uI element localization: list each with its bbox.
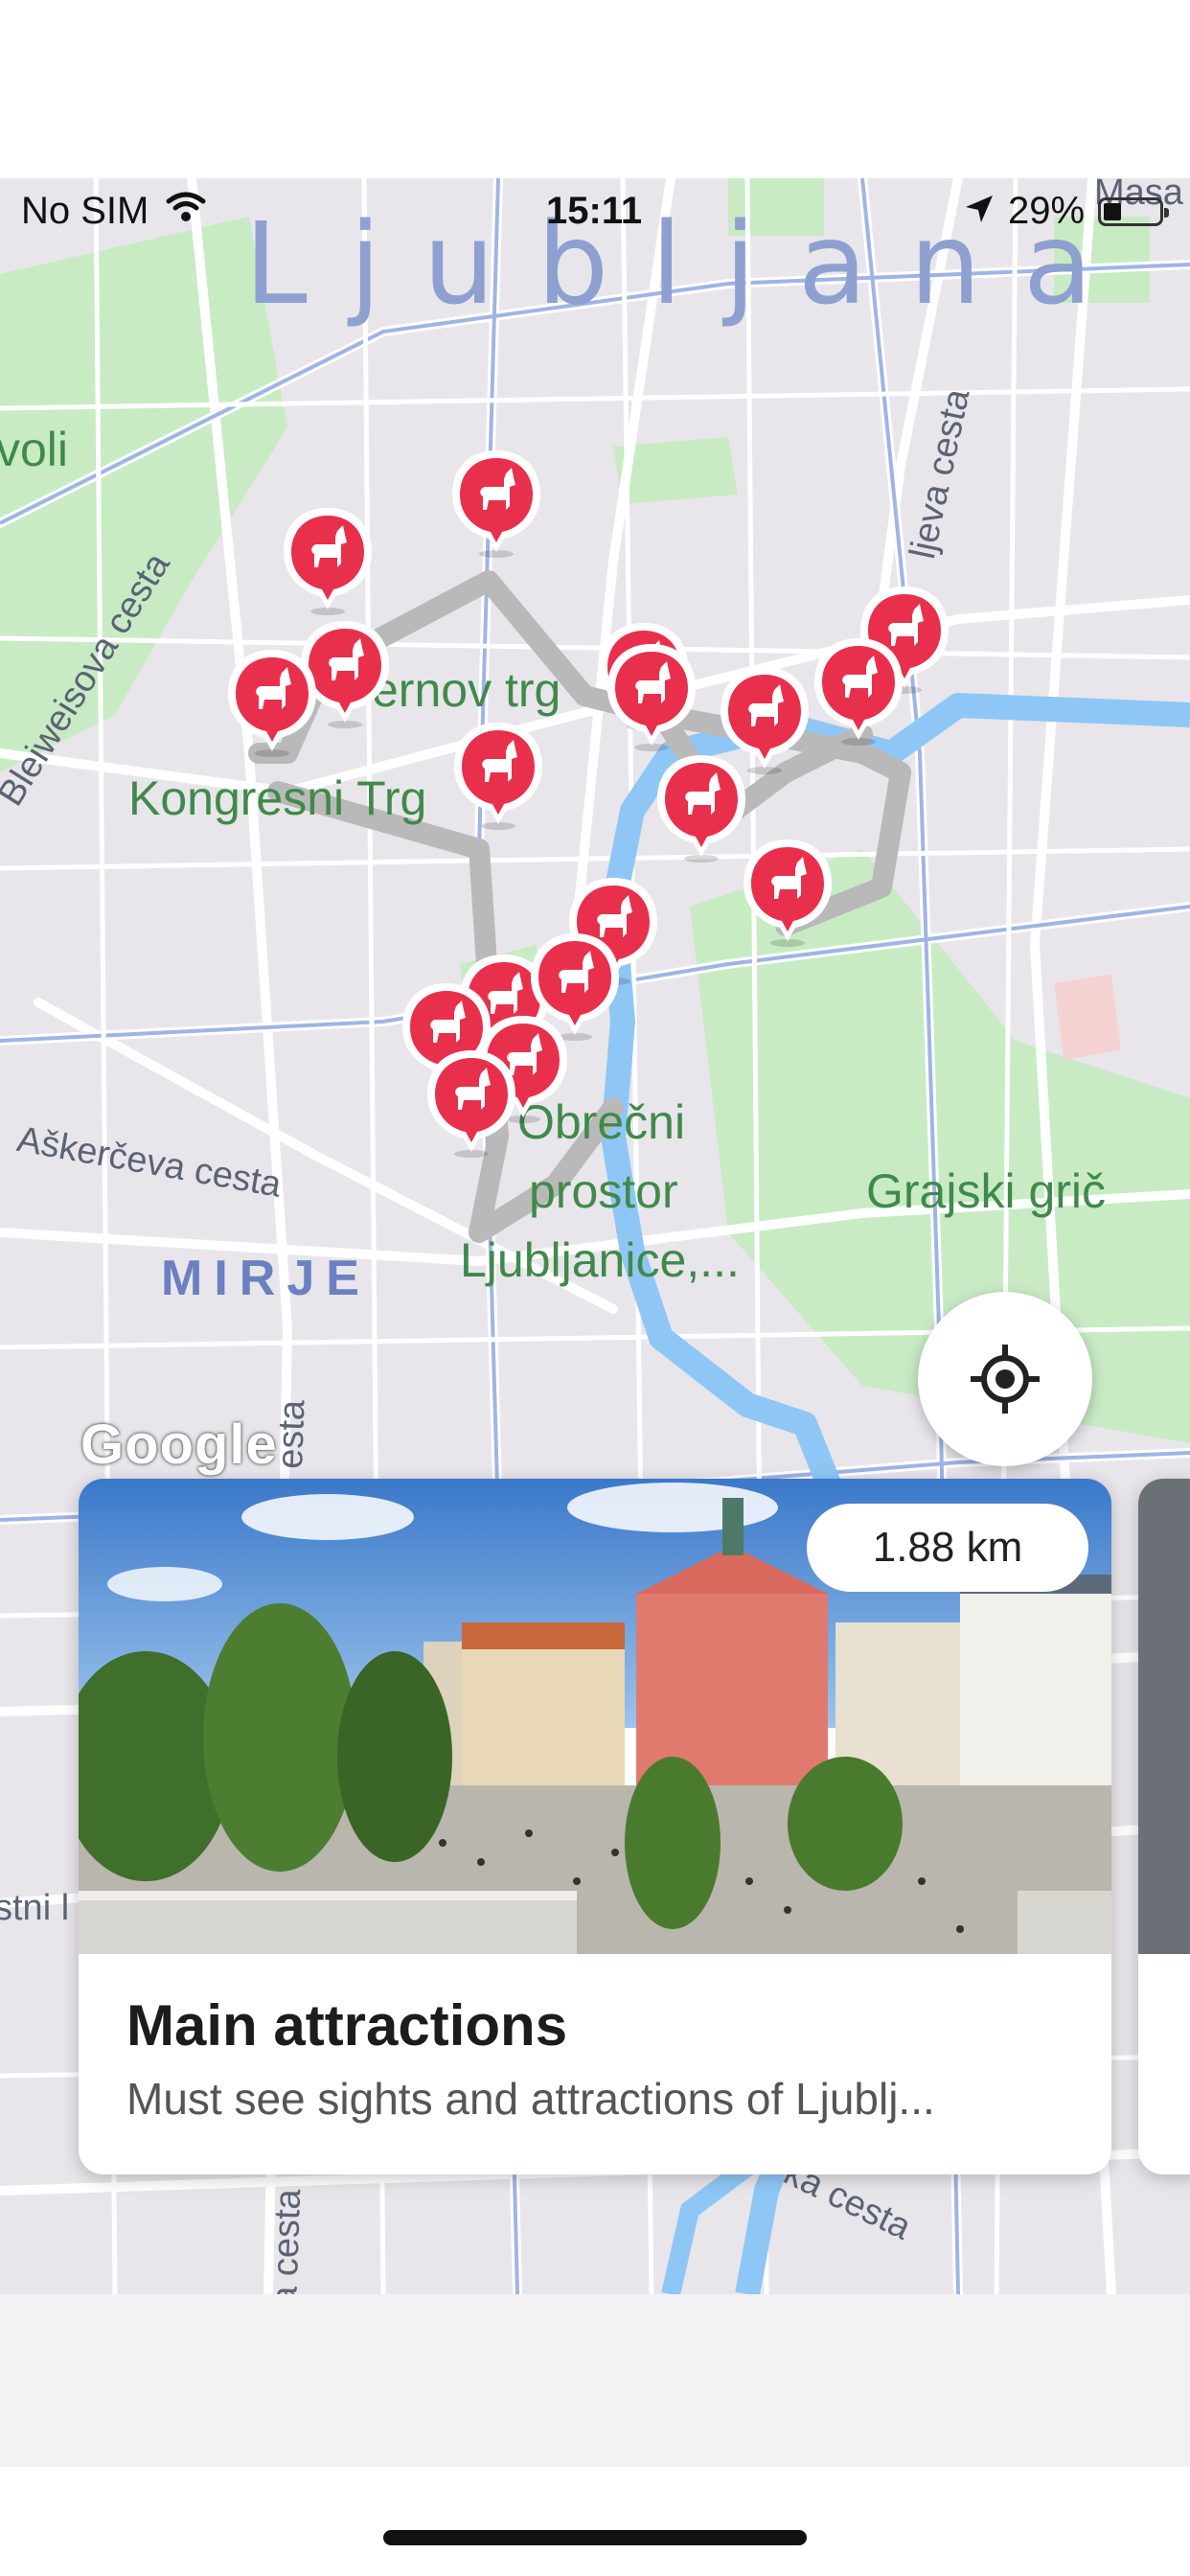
tour-card[interactable]: 1.88 km Main attractions Must see sights…	[79, 1479, 1111, 2174]
park-label-tivoli: voli	[0, 423, 69, 476]
square-label-kongresni: Kongresni Trg	[128, 771, 427, 825]
home-indicator[interactable]	[383, 2530, 807, 2545]
llama-pin-icon[interactable]	[422, 1046, 521, 1158]
llama-pin-icon[interactable]	[738, 836, 837, 947]
top-safe-area	[0, 0, 1190, 178]
llama-pin-icon[interactable]	[278, 504, 378, 615]
street-label-stni: stni l	[0, 1888, 70, 1928]
next-tour-card[interactable]	[1138, 1479, 1190, 2174]
tour-card-photo: 1.88 km	[79, 1479, 1111, 1954]
crosshair-icon	[971, 1345, 1040, 1414]
llama-pin-icon[interactable]	[809, 634, 908, 746]
bottom-sheet-area	[0, 2294, 1190, 2467]
carrier-label: No SIM	[21, 190, 149, 232]
street-label-cesta-2: a cesta	[264, 2188, 309, 2294]
place-label-grajski: Grajski grič	[866, 1164, 1107, 1218]
battery-percent: 29%	[1008, 190, 1086, 232]
llama-pin-icon[interactable]	[222, 646, 322, 757]
clock: 15:11	[546, 190, 643, 232]
locate-me-button[interactable]	[918, 1292, 1092, 1466]
place-label-obrecni-2: prostor	[529, 1164, 678, 1218]
district-label-mirje: MIRJE	[161, 1251, 371, 1306]
location-arrow-icon	[962, 192, 996, 236]
tour-card-subtitle: Must see sights and attractions of Ljubl…	[126, 2074, 935, 2124]
place-label-obrecni-3: Ljubljanice,...	[460, 1233, 740, 1287]
distance-badge: 1.88 km	[807, 1504, 1088, 1592]
tour-card-title: Main attractions	[126, 1993, 568, 2058]
status-bar: No SIM 15:11 29%	[0, 178, 1190, 247]
llama-pin-icon[interactable]	[446, 447, 546, 558]
llama-pin-icon[interactable]	[602, 640, 701, 751]
google-logo: Google	[80, 1414, 278, 1476]
square-label-presernov: ernov trg	[372, 663, 561, 717]
llama-pin-icon[interactable]	[652, 751, 751, 862]
wifi-icon	[165, 190, 207, 234]
llama-pin-icon[interactable]	[448, 719, 548, 830]
battery-icon	[1098, 197, 1169, 226]
